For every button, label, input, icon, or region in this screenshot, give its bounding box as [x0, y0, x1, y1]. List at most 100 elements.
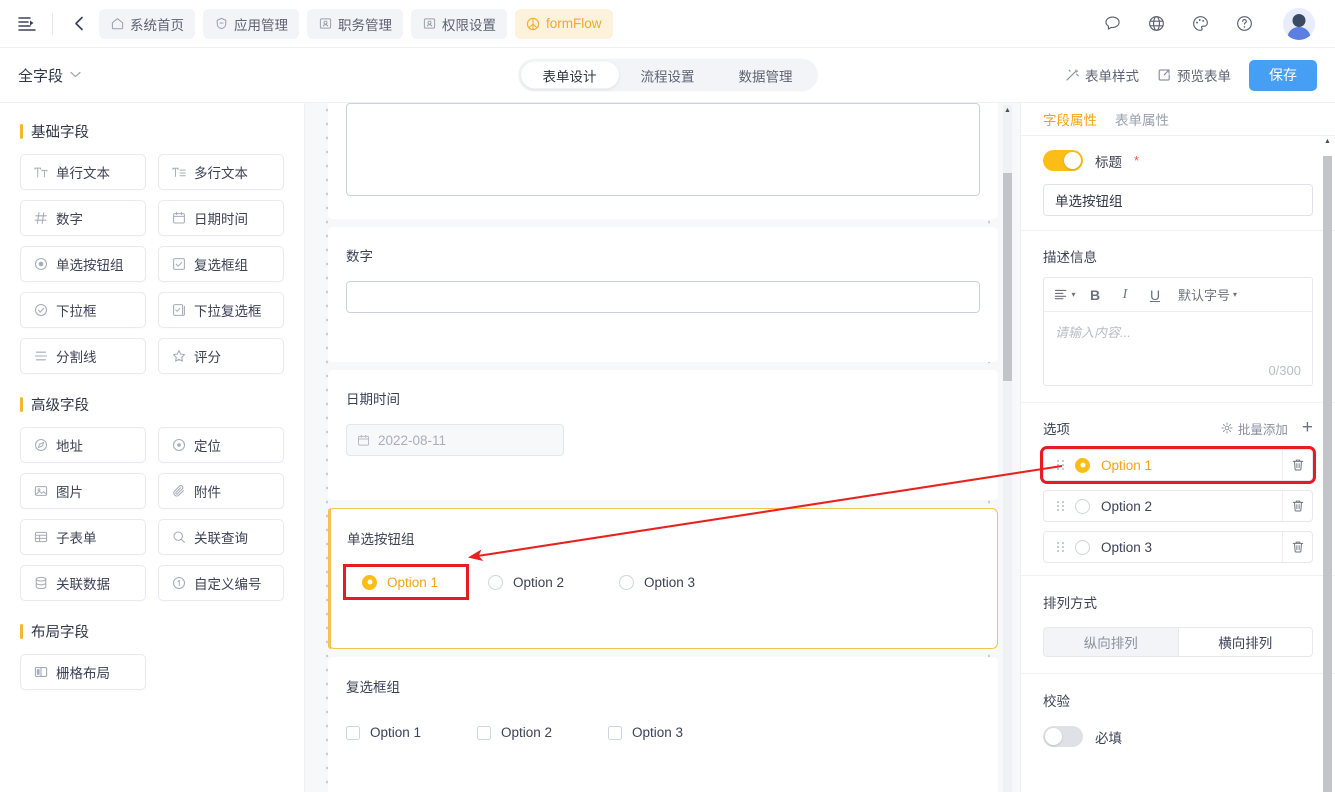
delete-option-button[interactable] — [1282, 450, 1312, 480]
option-row-3[interactable]: Option 3 — [1043, 531, 1313, 563]
palette-item-relation-query[interactable]: 关联查询 — [158, 519, 284, 555]
palette-item-radio-group[interactable]: 单选按钮组 — [20, 246, 146, 282]
canvas-scrollbar-thumb[interactable] — [1003, 173, 1012, 381]
option-radio-unselected-icon[interactable] — [1075, 498, 1090, 514]
italic-button[interactable]: I — [1110, 282, 1140, 308]
back-button[interactable] — [67, 11, 91, 37]
checkbox-icon — [346, 725, 360, 740]
properties-scroll-up-arrow[interactable]: ▲ — [1323, 138, 1332, 145]
option-radio-selected-icon[interactable] — [1075, 457, 1090, 473]
radio-option-2[interactable]: Option 2 — [488, 574, 619, 590]
option-row-1[interactable]: Option 1 — [1040, 446, 1316, 484]
drag-handle-icon[interactable] — [1056, 499, 1065, 513]
tab-flow-settings[interactable]: 流程设置 — [619, 62, 717, 89]
address-icon — [33, 438, 48, 453]
palette-item-checkbox-group[interactable]: 复选框组 — [158, 246, 284, 282]
message-icon[interactable] — [1101, 13, 1123, 35]
sidebar-collapse-icon[interactable] — [14, 11, 40, 37]
preview-form-button[interactable]: 预览表单 — [1157, 65, 1231, 85]
help-icon[interactable] — [1233, 13, 1255, 35]
properties-scrollbar-thumb[interactable] — [1323, 156, 1332, 792]
palette-icon[interactable] — [1189, 13, 1211, 35]
title-visibility-toggle[interactable] — [1043, 150, 1083, 171]
avatar-head — [1292, 13, 1306, 27]
option-radio-unselected-icon[interactable] — [1075, 539, 1090, 555]
align-left-icon[interactable]: ▾ — [1050, 282, 1080, 308]
drag-handle-icon[interactable] — [1056, 540, 1065, 554]
palette-item-multi-line-text[interactable]: 多行文本 — [158, 154, 284, 190]
checkbox-option-label: Option 2 — [501, 725, 553, 740]
group-label: 基础字段 — [31, 125, 89, 141]
palette-item-location[interactable]: 定位 — [158, 427, 284, 463]
delete-option-button[interactable] — [1282, 491, 1312, 521]
batch-add-button[interactable]: 批量添加 — [1221, 419, 1288, 438]
nav-tab-positions[interactable]: 职务管理 — [307, 8, 403, 39]
tab-form-design[interactable]: 表单设计 — [520, 61, 619, 89]
nav-tab-formflow[interactable]: formFlow — [515, 8, 613, 39]
palette-item-divider[interactable]: 分割线 — [20, 338, 146, 374]
palette-item-address[interactable]: 地址 — [20, 427, 146, 463]
delete-option-button[interactable] — [1282, 532, 1312, 562]
nav-tab-apps[interactable]: 应用管理 — [203, 8, 299, 39]
user-avatar[interactable] — [1283, 7, 1315, 40]
palette-item-rating[interactable]: 评分 — [158, 338, 284, 374]
palette-item-multiselect[interactable]: 下拉复选框 — [158, 292, 284, 328]
properties-scrollbar[interactable] — [1323, 136, 1332, 792]
tab-label: 数据管理 — [738, 69, 793, 84]
nav-tab-permissions[interactable]: 权限设置 — [411, 8, 507, 39]
tab-data-management[interactable]: 数据管理 — [717, 62, 815, 89]
layout-horizontal-button[interactable]: 横向排列 — [1177, 627, 1313, 657]
globe-icon[interactable] — [1145, 13, 1167, 35]
radio-option-3[interactable]: Option 3 — [619, 574, 750, 590]
checkbox-options-row: Option 1 Option 2 Option 3 — [346, 725, 980, 740]
form-field-datetime[interactable]: 日期时间 2022-08-11 — [328, 370, 998, 500]
required-toggle[interactable] — [1043, 726, 1083, 747]
form-field-textarea[interactable] — [328, 103, 998, 219]
option-row-2[interactable]: Option 2 — [1043, 490, 1313, 522]
topbar-right-actions — [1101, 7, 1321, 40]
palette-item-custom-number[interactable]: 自定义编号 — [158, 565, 284, 601]
add-option-button[interactable]: + — [1302, 418, 1313, 437]
palette-item-relation-data[interactable]: 关联数据 — [20, 565, 146, 601]
palette-item-subform[interactable]: 子表单 — [20, 519, 146, 555]
radio-option-1[interactable]: Option 1 — [343, 564, 469, 600]
date-input[interactable]: 2022-08-11 — [346, 424, 564, 456]
layout-vertical-button[interactable]: 纵向排列 — [1043, 627, 1178, 657]
tab-field-properties[interactable]: 字段属性 — [1043, 109, 1097, 129]
palette-item-single-line-text[interactable]: 单行文本 — [20, 154, 146, 190]
checkbox-option-1[interactable]: Option 1 — [346, 725, 477, 740]
option-label: Option 1 — [1101, 457, 1153, 473]
field-scope-selector[interactable]: 全字段 — [18, 65, 81, 86]
designer-toolbar: 全字段 表单设计 流程设置 数据管理 表单样式 预览表单 保存 — [0, 48, 1335, 103]
palette-item-datetime[interactable]: 日期时间 — [158, 200, 284, 236]
drag-handle-icon[interactable] — [1056, 458, 1065, 472]
checkbox-option-3[interactable]: Option 3 — [608, 725, 739, 740]
tab-form-properties[interactable]: 表单属性 — [1115, 109, 1169, 129]
canvas-scroll-up-arrow[interactable]: ▲ — [1003, 107, 1012, 114]
canvas-scrollbar[interactable] — [1003, 105, 1012, 792]
select-icon — [33, 303, 48, 318]
title-input[interactable] — [1043, 184, 1313, 216]
number-input[interactable] — [346, 281, 980, 313]
image-icon — [33, 484, 48, 499]
checkbox-option-2[interactable]: Option 2 — [477, 725, 608, 740]
palette-item-number[interactable]: 数字 — [20, 200, 146, 236]
form-style-button[interactable]: 表单样式 — [1065, 65, 1139, 85]
form-field-radio-group[interactable]: 单选按钮组 Option 1 Option 2 Option 3 — [328, 508, 998, 649]
calendar-icon — [357, 434, 370, 447]
nav-tab-home[interactable]: 系统首页 — [99, 8, 195, 39]
palette-item-grid-layout[interactable]: 栅格布局 — [20, 654, 146, 690]
multiline-text-input[interactable] — [346, 103, 980, 196]
underline-button[interactable]: U — [1140, 282, 1170, 308]
form-field-checkbox-group[interactable]: 复选框组 Option 1 Option 2 Option 3 — [328, 657, 998, 792]
font-size-selector[interactable]: 默认字号 ▾ — [1170, 282, 1245, 308]
form-field-number[interactable]: 数字 — [328, 227, 998, 362]
palette-group-layout: 栅格布局 — [20, 654, 284, 690]
save-button[interactable]: 保存 — [1249, 59, 1317, 91]
palette-item-image[interactable]: 图片 — [20, 473, 146, 509]
palette-item-select[interactable]: 下拉框 — [20, 292, 146, 328]
description-textarea[interactable]: 请输入内容... 0/300 — [1044, 312, 1312, 385]
palette-item-attachment[interactable]: 附件 — [158, 473, 284, 509]
bold-button[interactable]: B — [1080, 282, 1110, 308]
textarea-icon — [171, 165, 186, 180]
